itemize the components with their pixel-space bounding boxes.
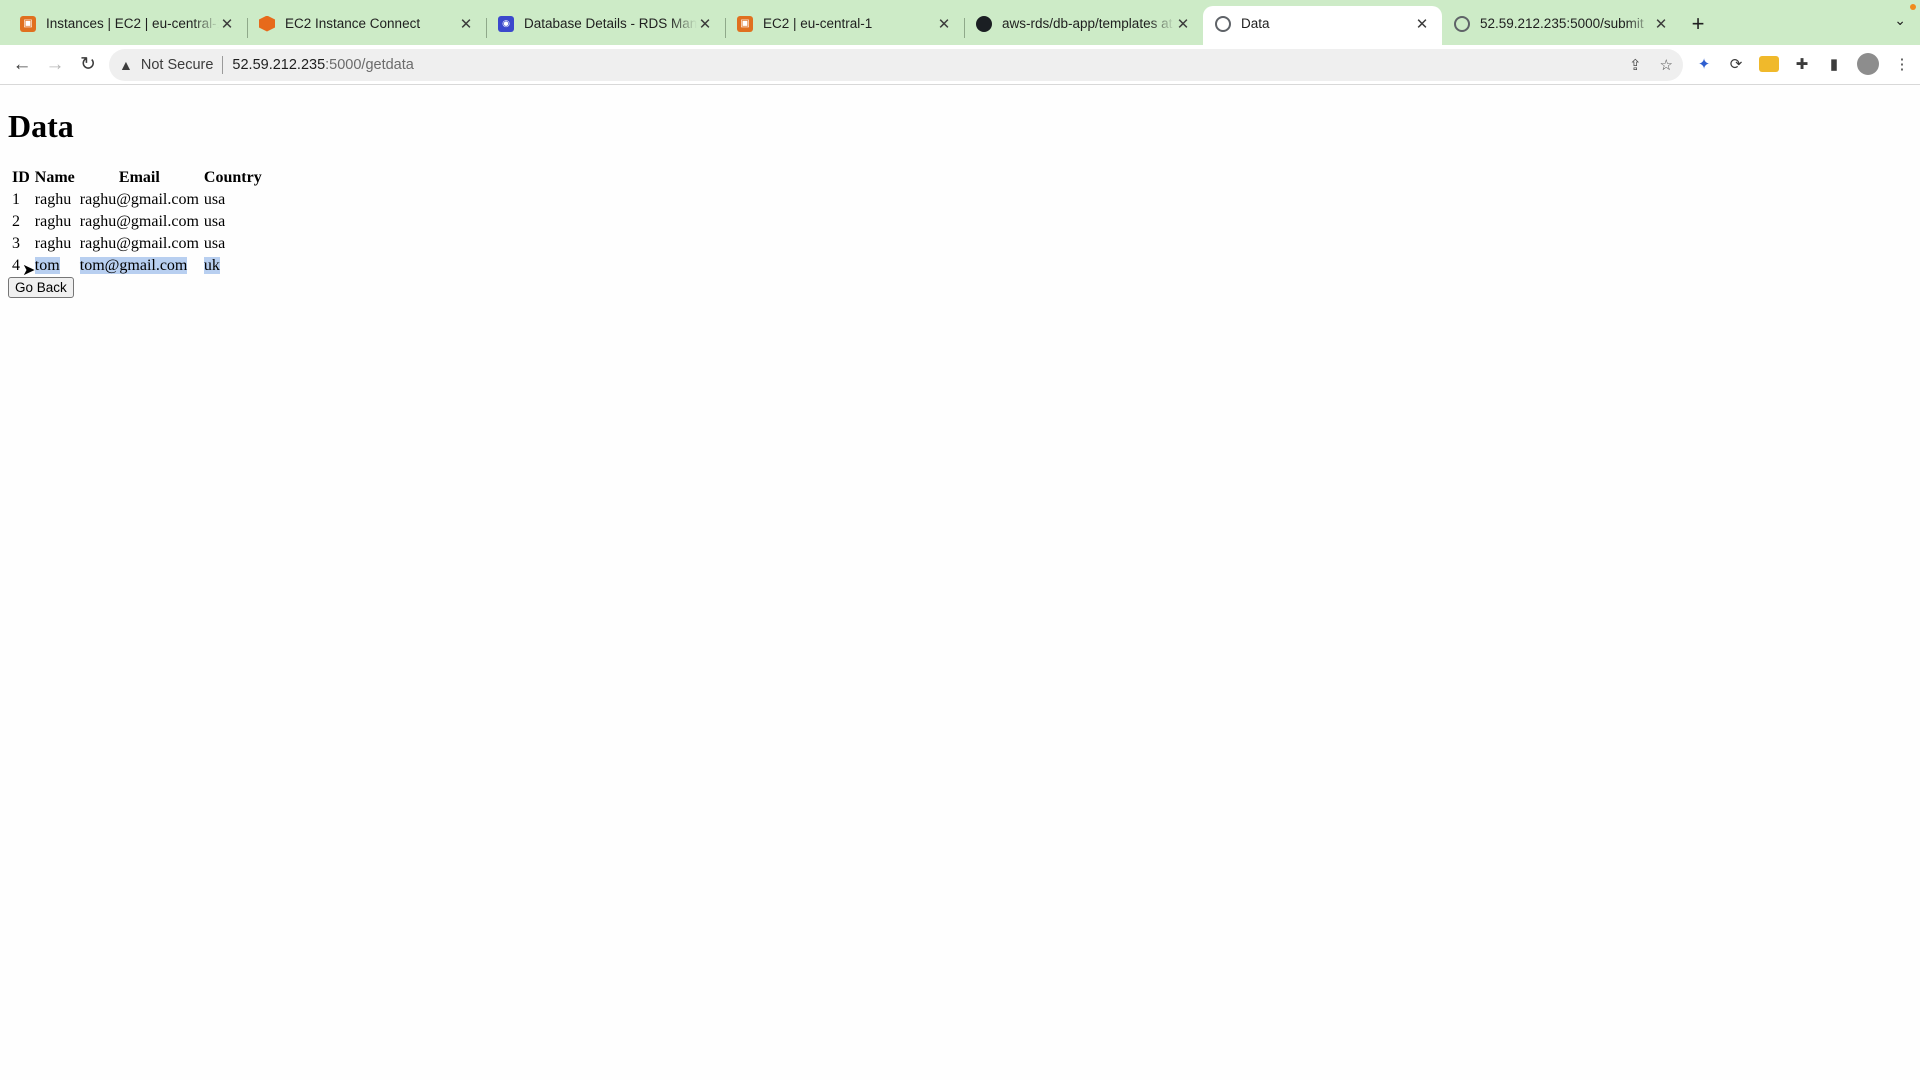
security-label[interactable]: Not Secure [141,57,214,73]
selected-text: tom@gmail.com [79,257,188,274]
url-host: 52.59.212.235 [232,57,326,73]
new-tab-button[interactable]: + [1681,6,1715,45]
close-icon[interactable]: ✕ [936,15,952,33]
page-content: Data ID Name Email Country 1 raghu raghu… [0,86,1920,1080]
tab-title: EC2 Instance Connect [285,16,421,31]
extensions-area: ✦ ⟳ ✚ ▮ ⋮ [1695,53,1911,75]
table-cell: usa [203,191,226,208]
reload-icon[interactable]: ↻ [72,49,104,81]
warning-triangle-icon[interactable]: ▲ [119,57,133,73]
browser-toolbar: ← → ↻ ▲ Not Secure 52.59.212.235:5000/ge… [0,45,1920,85]
github-icon [976,15,992,32]
table-cell-selected: tom [34,256,76,276]
side-panel-icon[interactable]: ▮ [1825,55,1843,73]
extension-sync-icon[interactable]: ⟳ [1727,55,1745,73]
aws-ec2-icon: ▣ [20,15,36,32]
table-cell-selected: uk [203,256,263,276]
tab-title: aws-rds/db-app/templates at main [1002,16,1175,31]
tab-data[interactable]: Data ✕ [1203,6,1442,45]
table-row: 1 raghu raghu@gmail.com usa [11,190,263,210]
data-table: ID Name Email Country 1 raghu raghu@gmai… [8,166,266,278]
tab-instances-ec2[interactable]: ▣ Instances | EC2 | eu-central-1 ✕ [8,6,247,45]
back-arrow-icon[interactable]: ← [6,49,38,81]
tab-ec2-region[interactable]: ▣ EC2 | eu-central-1 ✕ [725,6,964,45]
selected-text: tom [34,257,60,274]
recording-indicator-icon [1910,4,1916,10]
close-icon[interactable]: ✕ [1175,15,1191,33]
tab-title: Data [1241,16,1270,31]
address-divider [222,56,224,74]
table-cell: raghu@gmail.com [79,213,199,230]
table-cell: raghu [34,213,72,230]
selected-text: uk [203,257,220,274]
menu-kebab-icon[interactable]: ⋮ [1893,55,1911,73]
mouse-cursor-icon: ➤ [22,262,36,279]
aws-rds-icon: ◉ [498,15,514,32]
table-cell: raghu@gmail.com [79,191,199,208]
tab-submit[interactable]: 52.59.212.235:5000/submit ✕ [1442,6,1681,45]
globe-icon [1215,15,1231,32]
page-title: Data [8,108,74,144]
table-cell: raghu [34,191,72,208]
close-icon[interactable]: ✕ [1414,15,1430,33]
profile-avatar[interactable] [1857,53,1879,75]
tab-search-chevron-icon[interactable]: ⌄ [1894,12,1906,29]
table-cell: 2 [12,213,20,230]
table-cell: usa [203,213,226,230]
close-icon[interactable]: ✕ [219,15,235,33]
extension-yellow-icon[interactable] [1759,56,1779,72]
close-icon[interactable]: ✕ [697,15,713,33]
go-back-button[interactable]: Go Back [8,277,74,298]
tab-database-details[interactable]: ◉ Database Details - RDS Management Cons… [486,6,725,45]
aws-cube-icon [259,15,275,32]
extensions-puzzle-icon[interactable]: ✚ [1793,55,1811,73]
tab-title: EC2 | eu-central-1 [763,16,873,31]
forward-arrow-icon[interactable]: → [39,49,71,81]
table-cell: raghu@gmail.com [79,235,199,252]
column-header: Country [203,169,262,186]
address-bar[interactable]: ▲ Not Secure 52.59.212.235:5000/getdata … [109,49,1683,81]
column-header: ID [12,169,30,186]
tab-github-templates[interactable]: aws-rds/db-app/templates at main ✕ [964,6,1203,45]
column-header: Email [118,169,160,186]
table-cell: raghu [34,235,72,252]
tab-title: Database Details - RDS Management Consol… [524,16,697,31]
tab-title: Instances | EC2 | eu-central-1 [46,16,219,31]
table-cell: 1 [12,191,20,208]
close-icon[interactable]: ✕ [1653,15,1669,33]
tab-ec2-instance-connect[interactable]: EC2 Instance Connect ✕ [247,6,486,45]
tab-title: 52.59.212.235:5000/submit [1480,16,1644,31]
table-cell: usa [203,235,226,252]
tab-strip: ▣ Instances | EC2 | eu-central-1 ✕ EC2 I… [0,0,1920,45]
extension-blue-icon[interactable]: ✦ [1695,55,1713,73]
table-row-selected: 4 tom tom@gmail.com uk [11,256,263,276]
column-header: Name [34,169,75,186]
globe-icon [1454,15,1470,32]
table-cell-selected: tom@gmail.com [79,256,200,276]
table-cell: 3 [12,235,20,252]
bookmark-star-icon[interactable]: ☆ [1660,56,1673,74]
share-icon[interactable]: ⇪ [1629,56,1642,74]
close-icon[interactable]: ✕ [458,15,474,33]
url-path: :5000/getdata [325,57,414,73]
table-row: 3 raghu raghu@gmail.com usa [11,234,263,254]
table-row: 2 raghu raghu@gmail.com usa [11,212,263,232]
table-header-row: ID Name Email Country [11,168,263,188]
aws-ec2-icon: ▣ [737,15,753,32]
